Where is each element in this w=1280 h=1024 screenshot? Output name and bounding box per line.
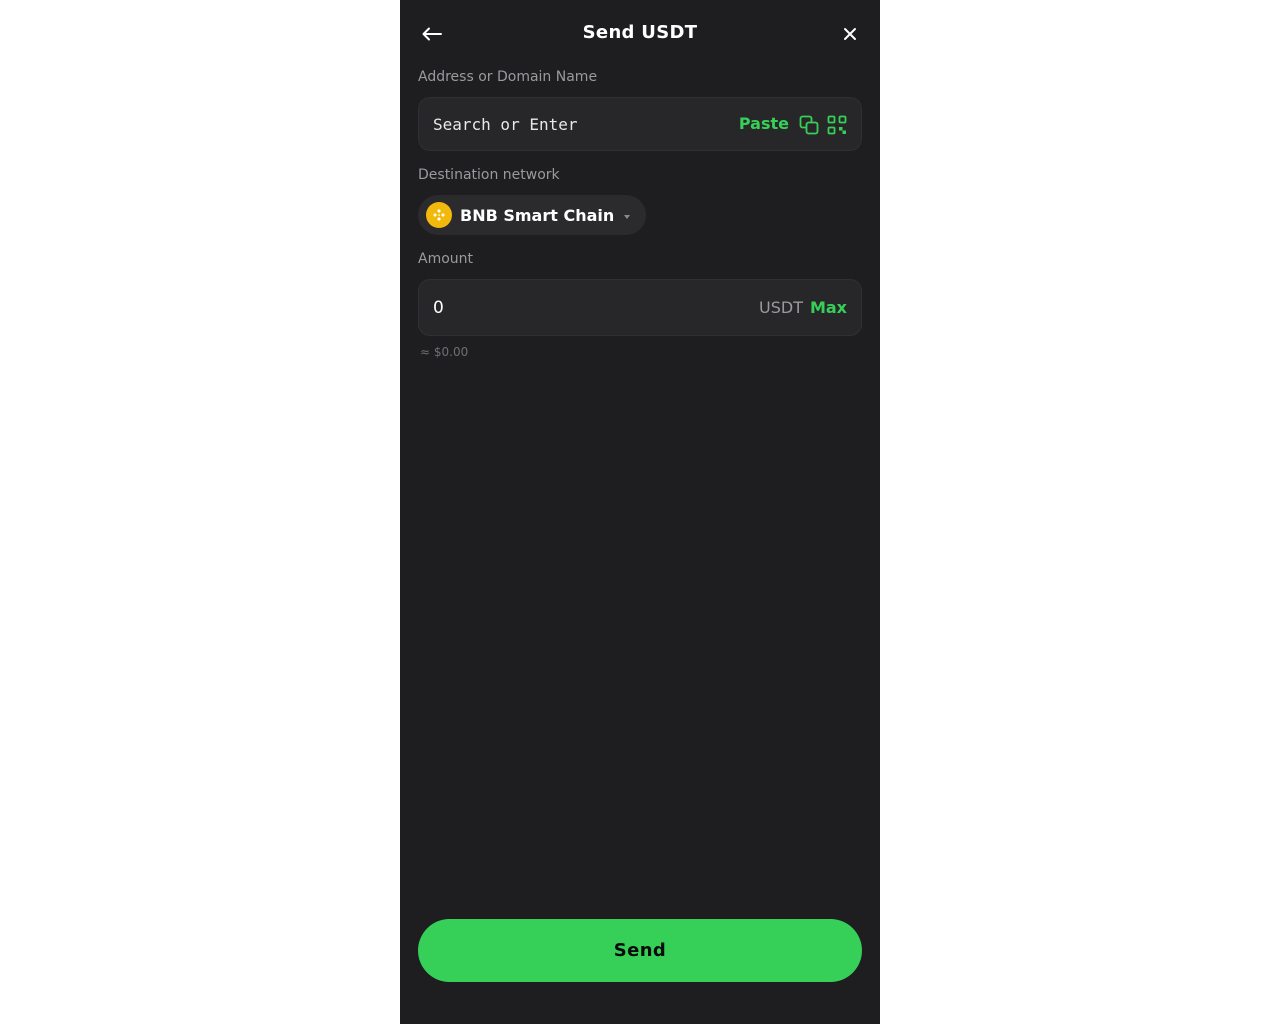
fiat-estimate: ≈ $0.00 — [420, 345, 469, 359]
header: Send USDT — [400, 14, 880, 54]
network-selector[interactable]: BNB Smart Chain — [418, 195, 647, 235]
address-input[interactable] — [433, 113, 723, 135]
close-icon — [844, 28, 856, 40]
network-name: BNB Smart Chain — [460, 205, 615, 225]
network-label: Destination network — [418, 167, 560, 183]
currency-label: USDT — [759, 298, 803, 317]
bnb-logo-icon — [426, 202, 452, 228]
address-label: Address or Domain Name — [418, 69, 598, 85]
address-field: Paste — [418, 97, 862, 151]
send-screen: Send USDT Address or Domain Name Paste D… — [400, 0, 880, 1024]
close-button[interactable] — [836, 18, 864, 50]
paste-button[interactable]: Paste — [739, 114, 789, 133]
copy-icon[interactable] — [799, 115, 819, 135]
amount-input[interactable] — [433, 297, 683, 319]
amount-label: Amount — [418, 251, 474, 267]
send-button[interactable]: Send — [418, 919, 862, 982]
chevron-down-icon — [624, 215, 631, 219]
qr-code-icon[interactable] — [827, 115, 847, 135]
amount-field: USDT Max — [418, 279, 862, 336]
max-button[interactable]: Max — [810, 298, 847, 317]
page-title: Send USDT — [582, 22, 698, 43]
